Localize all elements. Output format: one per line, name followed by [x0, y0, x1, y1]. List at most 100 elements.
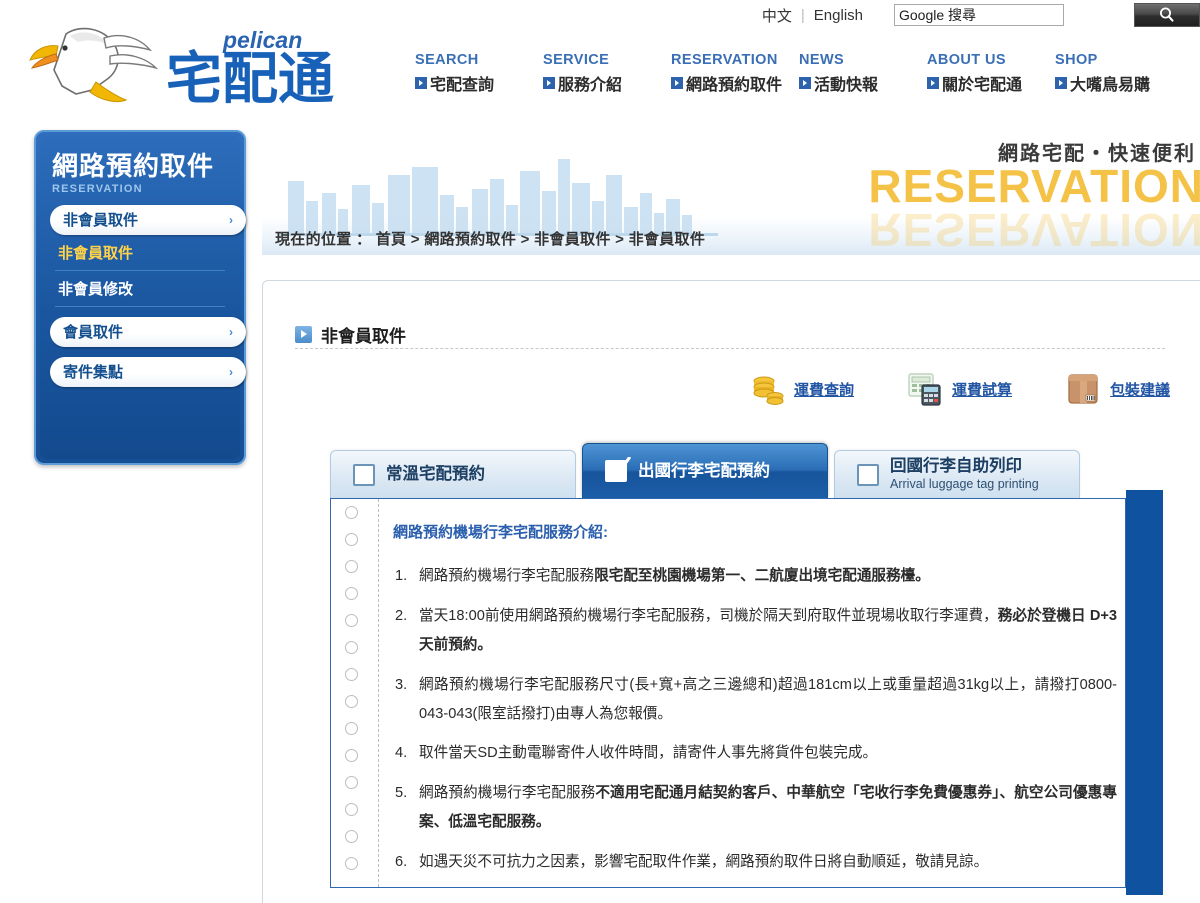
title-divider — [295, 348, 1165, 349]
nav-zh-text: 宅配查詢 — [430, 77, 495, 94]
quicklink-freight-calculator[interactable]: 運費試算 — [908, 372, 1012, 406]
vertical-scrollbar[interactable] — [1126, 490, 1163, 895]
tab-arrival-luggage-print[interactable]: 回國行李自助列印 Arrival luggage tag printing — [834, 450, 1080, 498]
nav-zh-label: 網路預約取件 — [671, 71, 799, 95]
arrow-marker-icon — [295, 326, 312, 343]
tab-label: 回國行李自助列印 Arrival luggage tag printing — [890, 457, 1039, 491]
note-list-item: 如遇天災不可抗力之因素，影響宅配取件作業，網路預約取件日將自動順延，敬請見諒。 — [395, 848, 989, 877]
punch-hole-icon — [344, 668, 358, 681]
quicklink-label: 運費試算 — [952, 381, 1013, 399]
tab-label: 常溫宅配預約 — [386, 465, 485, 484]
chevron-right-icon: › — [229, 212, 233, 227]
punch-hole-icon — [344, 857, 358, 870]
package-box-icon — [1068, 374, 1098, 404]
punch-hole-icon — [344, 614, 358, 627]
service-notes-box: 網路預約機場行李宅配服務介紹: 網路預約機場行李宅配服務限宅配至桃園機場第一、二… — [330, 498, 1126, 888]
sidebar-subitem-label: 非會員修改 — [58, 280, 134, 298]
site-logo[interactable]: pelican 宅配通 — [18, 16, 368, 108]
bullet-arrow-icon — [671, 77, 683, 89]
note-title: 網路預約機場行李宅配服務介紹: — [393, 524, 608, 541]
punch-hole-icon — [344, 722, 358, 735]
nav-item-service[interactable]: SERVICE 服務介紹 — [543, 52, 671, 95]
tab-outbound-luggage[interactable]: 出國行李宅配預約 — [582, 443, 828, 498]
tab-normal-delivery[interactable]: 常溫宅配預約 — [330, 450, 576, 498]
checkbox-checked-icon — [605, 457, 631, 482]
punch-hole-icon — [344, 830, 358, 843]
nav-en-label: ABOUT US — [927, 52, 1006, 68]
sidebar-item-shipping-points[interactable]: 寄件集點 › — [50, 356, 246, 387]
nav-item-reservation[interactable]: RESERVATION 網路預約取件 — [671, 52, 799, 95]
punch-hole-icon — [344, 749, 358, 762]
sidebar-inner: 網路預約取件 RESERVATION 非會員取件 › 非會員取件 非會員修改 會… — [40, 136, 246, 459]
punch-hole-icon — [344, 533, 358, 546]
note-list-item: 當天18:00前使用網路預約機場行李宅配服務，司機於隔天到府取件並現場收取行李運… — [395, 602, 1117, 653]
page-title-row: 非會員取件 — [295, 322, 406, 347]
bullet-arrow-icon — [1055, 77, 1067, 89]
bullet-arrow-icon — [927, 77, 939, 89]
quicklink-freight-query[interactable]: 運費查詢 — [750, 372, 854, 406]
main-navigation: SEARCH 宅配查詢 SERVICE 服務介紹 RESERVATION 網路預… — [415, 52, 1183, 95]
sidebar-item-label: 寄件集點 — [63, 364, 124, 382]
punch-hole-icon — [344, 641, 358, 654]
banner-title-reflection: RESERVATION — [868, 204, 1200, 255]
punch-hole-icon — [344, 695, 358, 708]
nav-zh-text: 網路預約取件 — [686, 77, 783, 94]
sidebar-item-member-pickup[interactable]: 會員取件 › — [50, 316, 246, 347]
nav-zh-text: 服務介紹 — [558, 77, 623, 94]
breadcrumb[interactable]: 現在的位置 ： 首頁 > 網路預約取件 > 非會員取件 > 非會員取件 — [275, 228, 705, 249]
sidebar-subitem-label: 非會員取件 — [58, 244, 134, 262]
page-root: 中文 | English Google 搜尋 pelican 宅配通 SEARC… — [0, 0, 1200, 903]
checkbox-unchecked-icon — [857, 463, 879, 486]
quicklink-packaging-advice[interactable]: 包裝建議 — [1066, 372, 1170, 406]
chevron-right-icon: › — [229, 324, 233, 339]
sidebar-subtitle: RESERVATION — [52, 182, 143, 195]
sidebar-subitem-nonmember-modify[interactable]: 非會員修改 — [55, 271, 225, 307]
nav-zh-label: 大嘴鳥易購 — [1055, 71, 1183, 95]
punch-hole-icon — [344, 587, 358, 600]
nav-en-label: SEARCH — [415, 52, 479, 68]
chevron-right-icon: › — [229, 364, 233, 379]
nav-en-label: SERVICE — [543, 52, 610, 68]
nav-zh-text: 活動快報 — [814, 77, 879, 94]
note-list-item: 取件當天SD主動電聯寄件人收件時間，請寄件人事先將貨件包裝完成。 — [395, 739, 878, 768]
nav-en-label: NEWS — [799, 52, 845, 68]
nav-item-about-us[interactable]: ABOUT US 關於宅配通 — [927, 52, 1055, 95]
tab-label-sub: Arrival luggage tag printing — [890, 477, 1039, 492]
coins-icon — [753, 376, 784, 405]
pelican-bird-icon: pelican 宅配通 — [29, 27, 334, 108]
nav-en-label: RESERVATION — [671, 52, 778, 68]
nav-item-news[interactable]: NEWS 活動快報 — [799, 52, 927, 95]
punch-hole-icon — [344, 776, 358, 789]
sidebar: 網路預約取件 RESERVATION 非會員取件 › 非會員取件 非會員修改 會… — [34, 130, 246, 465]
sidebar-item-nonmember-pickup[interactable]: 非會員取件 › — [50, 204, 246, 235]
logo-brand-zh: 宅配通 — [166, 47, 334, 108]
bullet-arrow-icon — [415, 77, 427, 89]
nav-en-label: SHOP — [1055, 52, 1098, 68]
checkbox-unchecked-icon — [353, 463, 375, 486]
nav-item-search[interactable]: SEARCH 宅配查詢 — [415, 52, 543, 95]
bullet-arrow-icon — [543, 77, 555, 89]
sidebar-item-label: 會員取件 — [63, 324, 124, 342]
note-content: 網路預約機場行李宅配服務介紹: 網路預約機場行李宅配服務限宅配至桃園機場第一、二… — [393, 499, 1117, 887]
sidebar-subitem-nonmember-pickup[interactable]: 非會員取件 — [55, 235, 225, 271]
checkmark-icon — [610, 457, 631, 476]
tab-bar: 常溫宅配預約 出國行李宅配預約 回國行李自助列印 Arrival luggage… — [330, 443, 1086, 498]
bullet-arrow-icon — [799, 77, 811, 89]
quick-links: 運費查詢 運費試算 包裝建議 — [750, 372, 1170, 406]
tab-label-main: 回國行李自助列印 — [890, 457, 1022, 476]
nav-item-shop[interactable]: SHOP 大嘴鳥易購 — [1055, 52, 1183, 95]
sidebar-sublist: 非會員取件 非會員修改 — [52, 235, 228, 307]
nav-zh-label: 服務介紹 — [543, 71, 671, 95]
nav-zh-label: 活動快報 — [799, 71, 927, 95]
nav-zh-text: 關於宅配通 — [942, 77, 1023, 94]
nav-zh-label: 宅配查詢 — [415, 71, 543, 95]
page-title: 非會員取件 — [321, 327, 406, 346]
note-margin-line — [378, 499, 379, 887]
nav-zh-label: 關於宅配通 — [927, 71, 1055, 95]
quicklink-label: 運費查詢 — [794, 381, 855, 399]
note-list-item: 網路預約機場行李宅配服務尺寸(長+寬+高之三邊總和)超過181cm以上或重量超過… — [395, 671, 1117, 722]
note-list-item: 網路預約機場行李宅配服務不適用宅配通月結契約客戶、中華航空「宅收行李免費優惠券」… — [395, 779, 1117, 831]
note-list-item: 網路預約機場行李宅配服務限宅配至桃園機場第一、二航廈出境宅配通服務檯。 — [395, 562, 930, 591]
tab-label: 出國行李宅配預約 — [638, 461, 770, 480]
punch-hole-icon — [344, 506, 358, 519]
